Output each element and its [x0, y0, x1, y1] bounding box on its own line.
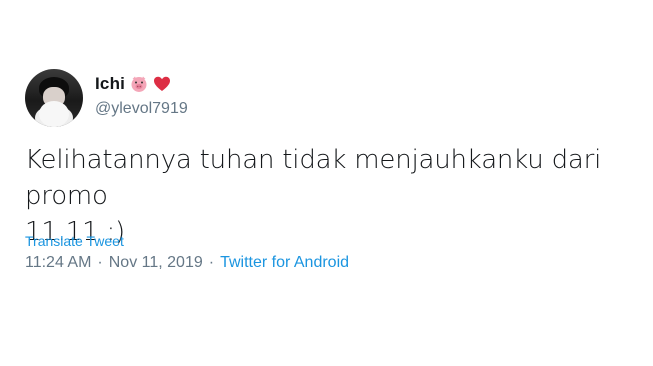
tweet-card: Ichi @ylevol7919 Kelihatannya tuhan tida… [0, 0, 653, 366]
translate-tweet-link[interactable]: Translate Tweet [25, 233, 124, 249]
meta-separator: · [97, 254, 103, 271]
tweet-time[interactable]: 11:24 AM [25, 254, 91, 272]
pig-face-icon [130, 75, 148, 93]
tweet-source-link[interactable]: Twitter for Android [220, 254, 349, 272]
tweet-metadata: 11:24 AM · Nov 11, 2019 · Twitter for An… [25, 254, 349, 272]
meta-separator: · [208, 254, 215, 271]
avatar[interactable] [25, 69, 83, 127]
author-display-name[interactable]: Ichi [95, 74, 125, 94]
avatar-cotton-candy [39, 101, 69, 127]
red-heart-icon [153, 75, 171, 93]
author-name-row: Ichi [95, 73, 171, 95]
author-handle[interactable]: @ylevol7919 [95, 100, 188, 118]
tweet-date[interactable]: Nov 11, 2019 [109, 254, 203, 272]
